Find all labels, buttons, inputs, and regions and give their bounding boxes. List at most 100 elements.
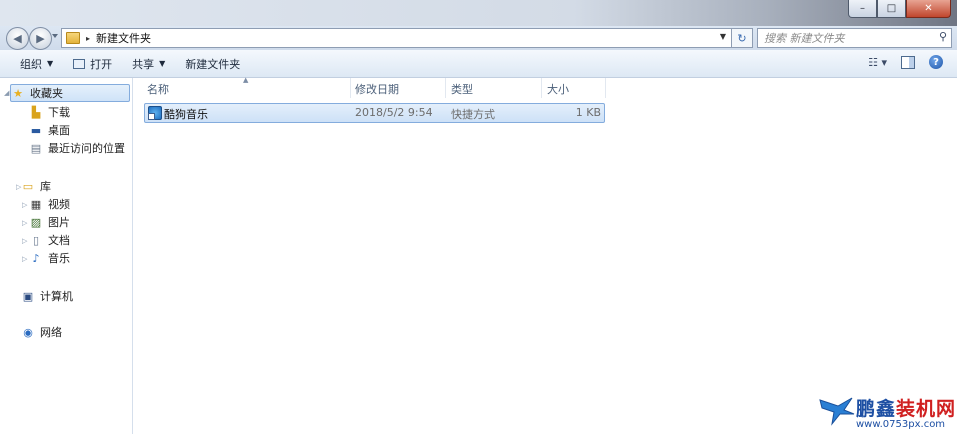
column-divider[interactable] [541, 78, 542, 98]
column-header-label: 类型 [451, 83, 473, 96]
library-icon: ▭ [22, 179, 34, 193]
documents-icon: ▯ [32, 233, 40, 247]
nav-item-documents[interactable]: ▯ 文档 [29, 232, 70, 248]
nav-item-downloads[interactable]: ▙ 下载 [29, 104, 70, 120]
nav-item-label: 文档 [48, 234, 70, 247]
nav-item-music[interactable]: ♪ 音乐 [29, 250, 70, 266]
maximize-button[interactable]: □ [877, 0, 906, 18]
minimize-button[interactable]: – [848, 0, 877, 18]
watermark-brand-part2: 装机网 [896, 398, 957, 420]
nav-item-label: 下载 [48, 106, 70, 119]
file-type: 快捷方式 [451, 108, 495, 121]
nav-computer-label: 计算机 [40, 290, 73, 303]
nav-item-label: 桌面 [48, 124, 70, 137]
refresh-icon: ↻ [737, 31, 747, 45]
file-row[interactable]: 酷狗音乐 2018/5/2 9:54 快捷方式 1 KB [144, 103, 605, 123]
nav-item-label: 视频 [48, 198, 70, 211]
organize-menu[interactable]: 组织 ▼ [20, 56, 53, 72]
folder-icon [66, 32, 80, 44]
minimize-icon: – [860, 3, 865, 14]
chevron-down-icon: ▼ [159, 59, 166, 68]
watermark-logo: 鹏鑫装机网 www.0753px.com [818, 392, 957, 434]
file-date: 2018/5/2 9:54 [355, 106, 433, 119]
close-icon: ✕ [924, 3, 933, 14]
title-bar: – □ ✕ [0, 0, 957, 26]
column-divider[interactable] [605, 78, 606, 98]
close-button[interactable]: ✕ [906, 0, 951, 18]
expand-arrow-icon[interactable]: ▷ [22, 201, 27, 209]
back-button[interactable]: ◀ [6, 27, 29, 50]
computer-icon: ▣ [22, 289, 34, 303]
file-size: 1 KB [575, 106, 601, 119]
nav-network[interactable]: ◉ 网络 [21, 324, 62, 340]
toolbar-right: ☷ ▾ ? [868, 55, 943, 69]
breadcrumb-current-folder[interactable]: 新建文件夹 [96, 30, 151, 46]
nav-item-label: 最近访问的位置 [48, 142, 125, 155]
open-button[interactable]: 打开 [73, 56, 112, 72]
search-placeholder[interactable]: 搜索 新建文件夹 [764, 30, 845, 46]
nav-libraries[interactable]: ▭ 库 [21, 178, 51, 194]
forward-button[interactable]: ▶ [29, 27, 52, 50]
breadcrumb-arrow-icon[interactable]: ▸ [86, 34, 90, 43]
column-header-name[interactable]: 名称 [147, 80, 169, 98]
nav-item-label: 音乐 [48, 252, 70, 265]
column-header-label: 大小 [547, 83, 569, 96]
navigation-bar: ◀ ▶ ▸ 新建文件夹 ▼ ↻ 搜索 新建文件夹 ⚲ [0, 26, 957, 50]
network-icon: ◉ [23, 325, 33, 339]
column-header-date[interactable]: 修改日期 [355, 80, 399, 98]
address-bar[interactable]: ▸ 新建文件夹 ▼ ↻ [61, 28, 753, 48]
address-dropdown-icon[interactable]: ▼ [720, 32, 726, 41]
recent-places-icon: ▤ [30, 141, 42, 155]
open-icon [73, 58, 86, 69]
back-arrow-icon: ◀ [13, 32, 22, 45]
chevron-down-icon: ▼ [47, 59, 54, 68]
window-controls: – □ ✕ [848, 0, 951, 18]
nav-item-label: 图片 [48, 216, 70, 229]
expand-arrow-icon[interactable]: ▷ [22, 219, 27, 227]
video-icon: ▦ [30, 197, 42, 211]
nav-network-label: 网络 [40, 326, 62, 339]
watermark-brand: 鹏鑫装机网 [856, 394, 956, 421]
watermark-brand-part1: 鹏鑫 [856, 398, 897, 420]
navigation-pane: ◢ ★ 收藏夹 ▙ 下载 ▬ 桌面 ▤ 最近访问的位置 ▷ ▭ 库 ▷ ▦ 视频… [0, 78, 133, 434]
column-header-size[interactable]: 大小 [547, 80, 569, 98]
change-view-button[interactable]: ☷ ▾ [868, 56, 887, 69]
expand-arrow-icon[interactable]: ◢ [4, 89, 9, 97]
watermark-url: www.0753px.com [856, 419, 946, 430]
refresh-button[interactable]: ↻ [731, 29, 752, 47]
nav-item-recent-places[interactable]: ▤ 最近访问的位置 [29, 140, 125, 156]
desktop-icon: ▬ [30, 123, 42, 137]
search-box[interactable]: 搜索 新建文件夹 ⚲ [757, 28, 952, 48]
help-icon[interactable]: ? [929, 55, 943, 69]
expand-arrow-icon[interactable]: ▷ [22, 237, 27, 245]
maximize-icon: □ [886, 3, 897, 14]
search-icon[interactable]: ⚲ [939, 30, 947, 43]
share-label: 共享 [132, 57, 155, 71]
column-divider[interactable] [350, 78, 351, 98]
downloads-folder-icon: ▙ [31, 105, 41, 119]
nav-item-pictures[interactable]: ▨ 图片 [29, 214, 70, 230]
preview-pane-icon[interactable] [901, 55, 915, 69]
music-icon: ♪ [32, 251, 40, 265]
command-bar: 组织 ▼ 打开 共享 ▼ 新建文件夹 ☷ ▾ ? [0, 50, 957, 78]
expand-arrow-icon[interactable]: ▷ [22, 255, 27, 263]
file-list: ▲ 名称 修改日期 类型 大小 酷狗音乐 2018/5/2 9:54 快捷方式 … [133, 76, 957, 434]
nav-favorites-label: 收藏夹 [30, 87, 63, 100]
bird-logo-icon [819, 397, 855, 426]
new-folder-label: 新建文件夹 [185, 57, 241, 71]
recent-pages-dropdown[interactable] [52, 34, 58, 38]
nav-computer[interactable]: ▣ 计算机 [21, 288, 73, 304]
column-divider[interactable] [445, 78, 446, 98]
pictures-icon: ▨ [30, 215, 42, 229]
organize-label: 组织 [20, 57, 42, 71]
shortcut-app-icon [148, 106, 162, 120]
new-folder-button[interactable]: 新建文件夹 [185, 56, 240, 72]
share-menu[interactable]: 共享 ▼ [132, 56, 165, 72]
column-header-label: 名称 [147, 83, 169, 96]
nav-favorites[interactable]: ★ 收藏夹 [10, 84, 130, 102]
column-header-type[interactable]: 类型 [451, 80, 473, 98]
nav-libraries-label: 库 [40, 180, 51, 193]
open-label: 打开 [90, 57, 113, 71]
nav-item-desktop[interactable]: ▬ 桌面 [29, 122, 70, 138]
nav-item-videos[interactable]: ▦ 视频 [29, 196, 70, 212]
